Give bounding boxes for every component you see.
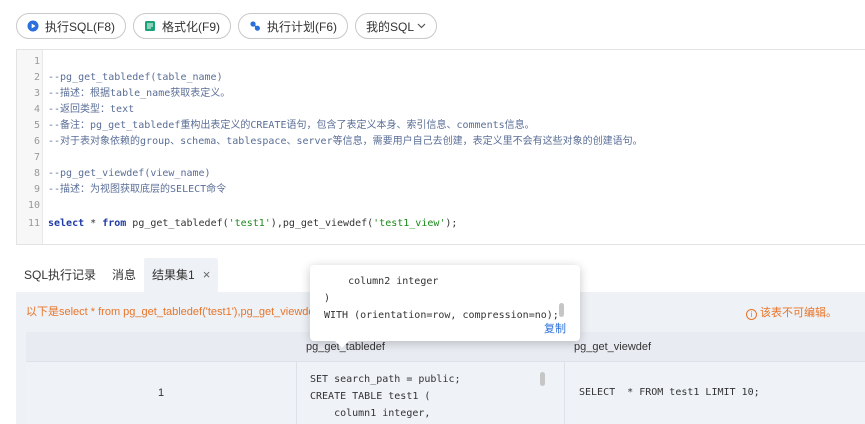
popup-line: column2 integer: [324, 276, 439, 287]
popup-line: ): [324, 293, 331, 304]
format-label: 格式化(F9): [162, 19, 221, 34]
tab-result-label: 结果集1: [152, 268, 195, 282]
editor-line: 3 --描述：根据table_name获取表定义。: [33, 88, 231, 99]
editor-line: 6 --对于表对象依赖的group、schema、tablespace、serve…: [33, 136, 643, 147]
info-icon: i: [746, 309, 757, 320]
result-grid: pg_get_tabledef pg_get_viewdef 1 SET sea…: [26, 332, 865, 424]
editor-line-statement: 11 select * from pg_get_tabledef('test1')…: [27, 218, 458, 229]
editor-line: 8 --pg_get_viewdef(view_name): [33, 168, 211, 179]
explain-plan-button[interactable]: 执行计划(F6): [238, 13, 349, 39]
cell-preview-popup: column2 integer ) WITH (orientation=row,…: [310, 265, 580, 348]
popup-arrow: [335, 341, 349, 348]
toolbar: 执行SQL(F8) 格式化(F9) 执行计划(F6) 我的SQL: [16, 13, 438, 39]
read-only-label: 该表不可编辑。: [760, 307, 837, 319]
result-tabs: SQL执行记录 消息 结果集1 ×: [16, 258, 219, 292]
my-sql-dropdown[interactable]: 我的SQL: [355, 13, 438, 39]
result-info-text: 以下是select * from pg_get_tabledef('test1'…: [26, 306, 311, 318]
close-icon[interactable]: ×: [203, 267, 211, 282]
string-literal: 'test1_view': [373, 218, 446, 229]
play-icon: [27, 20, 39, 32]
column-header-viewdef[interactable]: pg_get_viewdef: [564, 332, 865, 362]
editor-line: 4 --返回类型：text: [33, 104, 135, 115]
editor-line: 5 --备注：pg_get_tabledef重构出表定义的CREATE语句，包含了…: [33, 120, 535, 131]
keyword-from: from: [102, 218, 127, 229]
editor-line: 10: [27, 200, 40, 211]
cell-viewdef[interactable]: SELECT * FROM test1 LIMIT 10;: [564, 362, 865, 424]
read-only-notice: i 该表不可编辑。: [746, 304, 837, 320]
tab-result-set-1[interactable]: 结果集1 ×: [144, 258, 219, 292]
format-icon: [144, 20, 156, 32]
column-header-rownum: [26, 332, 296, 362]
format-button[interactable]: 格式化(F9): [133, 13, 232, 39]
editor-line: 7: [33, 152, 40, 163]
editor-line: 2 --pg_get_tabledef(table_name): [33, 72, 223, 83]
row-number: 1: [157, 387, 165, 399]
tab-sql-history[interactable]: SQL执行记录: [16, 258, 104, 292]
cell-tabledef[interactable]: SET search_path = public; CREATE TABLE t…: [296, 362, 564, 424]
editor-line: 1: [33, 56, 40, 67]
keyword-select: select: [48, 218, 85, 229]
table-row: 1 SET search_path = public; CREATE TABLE…: [26, 362, 865, 424]
copy-button[interactable]: 复制: [544, 320, 566, 336]
popup-scrollbar[interactable]: [559, 303, 564, 317]
plan-label: 执行计划(F6): [267, 19, 338, 34]
plan-icon: [249, 20, 261, 32]
editor-line: 9 --描述：为视图获取底层的SELECT命令: [33, 184, 227, 195]
sql-editor[interactable]: 1 2 --pg_get_tabledef(table_name) 3 --描述：根…: [16, 49, 865, 245]
run-sql-button[interactable]: 执行SQL(F8): [16, 13, 127, 39]
tab-messages[interactable]: 消息: [104, 258, 144, 292]
popup-line: WITH (orientation=row, compression=no);: [324, 310, 559, 321]
chevron-down-icon: [417, 21, 426, 31]
string-literal: 'test1': [228, 218, 271, 229]
run-sql-label: 执行SQL(F8): [45, 19, 116, 34]
my-sql-label: 我的SQL: [366, 19, 415, 34]
cell-scrollbar[interactable]: [540, 372, 545, 386]
